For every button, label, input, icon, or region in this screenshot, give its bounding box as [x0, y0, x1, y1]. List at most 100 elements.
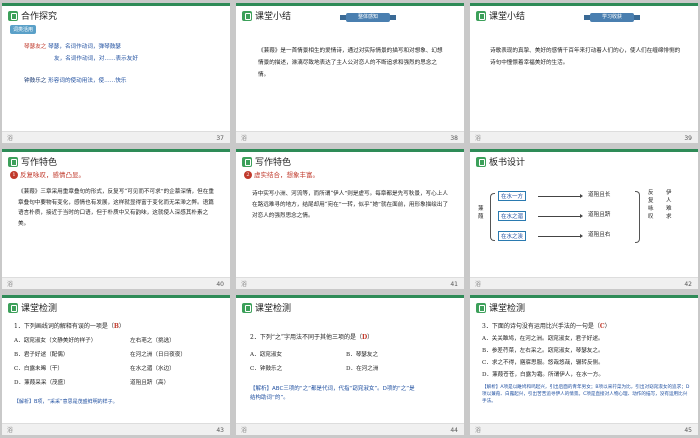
right-brace: [635, 191, 640, 243]
section-badge: 词类活用: [10, 25, 37, 34]
slide-number: 37: [216, 135, 224, 142]
question-text: 3．下面的诗句没有运用比兴手法的一句是（C）: [482, 323, 611, 330]
footer-mark: 浴: [7, 281, 14, 288]
footer-mark: 浴: [241, 135, 248, 142]
slide-thumbnail-43[interactable]: 课堂检测 1．下列画线词的解释有误的一项是（B） A．窈窕淑女（文静美好的样子）…: [2, 295, 230, 435]
slide-footer: 浴 44: [236, 423, 464, 435]
slide-number: 45: [684, 427, 692, 434]
section-ribbon: 整体感知: [340, 13, 396, 22]
footer-mark: 浴: [475, 427, 482, 434]
board-root-title: 蒹葭: [478, 206, 484, 220]
book-icon: [8, 303, 18, 313]
section-ribbon: 学习收获: [584, 13, 640, 22]
slide-thumbnail-44[interactable]: 课堂检测 2．下列“之”字用法不同于其他三项的是（D） A．窈窕淑女 B．琴瑟友…: [236, 295, 464, 435]
feature-text: 《蒹葭》三章采用重章叠句的形式，反复写“可见而不可求”的企慕深情，但在重章叠句中…: [18, 189, 214, 227]
slide-thumbnail-42[interactable]: 板书设计 蒹葭 在水一方 在水之湄 在水之涘 道阻且长 道阻且跻 道阻且右 反复…: [470, 149, 698, 289]
slide-footer: 浴 40: [2, 277, 230, 289]
slide-accent-bar: [470, 3, 698, 6]
slide-thumbnail-37[interactable]: 合作探究 词类活用 琴瑟友之 琴瑟，名词作动词，弹琴鼓瑟 友，名词作动词，对………: [2, 3, 230, 143]
board-place-2: 在水之湄: [498, 211, 527, 221]
slide-number: 39: [684, 135, 692, 142]
content-line: 钟鼓乐之 形容词的使动用法，使……快乐: [24, 78, 127, 84]
slide-thumbnail-45[interactable]: 课堂检测 3．下面的诗句没有运用比兴手法的一句是（C） A．关关雎鸠，在河之洲。…: [470, 295, 698, 435]
book-icon: [242, 303, 252, 313]
board-path-3: 道阻且右: [588, 232, 611, 238]
content-line: 友，名词作动词，对……表示友好: [54, 56, 138, 62]
analysis-text: 【解析】B项，“采采”意思是茂盛鲜明的样子。: [14, 399, 118, 405]
feature-text: 诗中实写小洲、河流等，而所谓“伊人”则是虚写。每章都是先写秋景，写心上人在路远难…: [252, 191, 449, 219]
question-text: 2．下列“之”字用法不同于其他三项的是（D）: [250, 334, 374, 341]
point-number: 1: [10, 171, 18, 179]
board-place-3: 在水之涘: [498, 231, 527, 241]
book-icon: [242, 11, 252, 21]
slide-footer: 浴 43: [2, 423, 230, 435]
book-icon: [8, 11, 18, 21]
analysis-text: 【解析】A项是以雎鸠和鸣起兴，引出后面的青年男女；B项以采荇菜为比，引出对窈窕淑…: [482, 385, 690, 404]
option-right: 道阻且跻（高）: [130, 380, 170, 386]
feature-point: 2 虚实结合，想象丰富。: [244, 171, 319, 180]
slide-title: 写作特色: [255, 158, 292, 168]
analysis-text: 【解析】ABC三项的“之”都是代词，代指“窈窕淑女”。D项的“之”是结构助词“的…: [250, 386, 415, 401]
slide-footer: 浴 45: [470, 423, 698, 435]
slide-title: 课堂检测: [489, 304, 526, 314]
slide-sorter-grid: 合作探究 词类活用 琴瑟友之 琴瑟，名词作动词，弹琴鼓瑟 友，名词作动词，对………: [0, 0, 700, 438]
footer-mark: 浴: [7, 135, 14, 142]
slide-accent-bar: [236, 149, 464, 152]
option-line: C．求之不得，寤寐思服。悠哉悠哉，辗转反侧。: [482, 360, 604, 366]
option-left: A．窈窕淑女: [250, 352, 283, 358]
option-left: A．窈窕淑女（文静美好的样子）: [14, 338, 97, 344]
board-summary-1: 反复咏叹: [648, 190, 654, 220]
question-text: 1．下列画线词的解释有误的一项是（B）: [14, 323, 125, 330]
footer-mark: 浴: [241, 281, 248, 288]
slide-accent-bar: [2, 295, 230, 298]
slide-number: 44: [450, 427, 458, 434]
slide-footer: 浴 39: [470, 131, 698, 143]
slide-number: 43: [216, 427, 224, 434]
option-left: B．君子好逑（配偶）: [14, 352, 69, 358]
slide-title: 课堂检测: [21, 304, 58, 314]
slide-footer: 浴 42: [470, 277, 698, 289]
slide-accent-bar: [470, 295, 698, 298]
slide-number: 41: [450, 281, 458, 288]
option-line: B．参差荇菜，左右采之。窈窕淑女，琴瑟友之。: [482, 348, 604, 354]
footer-mark: 浴: [475, 281, 482, 288]
board-summary-2: 伊人难求: [666, 190, 672, 220]
option-line: D．蒹葭苍苍，白露为霜。所谓伊人，在水一方。: [482, 372, 604, 378]
slide-thumbnail-39[interactable]: 课堂小结 学习收获 诗歌表现的真挚、美好的感情千百年来打动着人们的心，使人们在缠…: [470, 3, 698, 143]
book-icon: [476, 157, 486, 167]
board-path-1: 道阻且长: [588, 192, 611, 198]
slide-accent-bar: [2, 149, 230, 152]
option-right: 在水之湄（水边）: [130, 366, 175, 372]
slide-accent-bar: [2, 3, 230, 6]
slide-title: 写作特色: [21, 158, 58, 168]
slide-title: 合作探究: [21, 12, 58, 22]
option-line: A．关关雎鸠，在河之洲。窈窕淑女，君子好逑。: [482, 336, 604, 342]
option-right: 左右芼之（挑选）: [130, 338, 175, 344]
slide-footer: 浴 41: [236, 277, 464, 289]
book-icon: [242, 157, 252, 167]
book-icon: [476, 11, 486, 21]
arrow-line: [538, 234, 583, 238]
slide-thumbnail-41[interactable]: 写作特色 2 虚实结合，想象丰富。 诗中实写小洲、河流等，而所谓“伊人”则是虚写。…: [236, 149, 464, 289]
option-left: D．蒹葭采采（茂盛）: [14, 380, 69, 386]
slide-footer: 浴 38: [236, 131, 464, 143]
slide-title: 课堂检测: [255, 304, 292, 314]
book-icon: [8, 157, 18, 167]
slide-thumbnail-38[interactable]: 课堂小结 整体感知 《蒹葭》是一首情景相生的爱情诗，通过对实际情景的描写和对想象…: [236, 3, 464, 143]
feature-point: 1 反复咏叹，感情凸显。: [10, 171, 85, 180]
slide-title: 板书设计: [489, 158, 526, 168]
slide-number: 38: [450, 135, 458, 142]
footer-mark: 浴: [7, 427, 14, 434]
slide-number: 40: [216, 281, 224, 288]
option-left: C．白露未晞（干）: [14, 366, 64, 372]
slide-title: 课堂小结: [255, 12, 292, 22]
summary-text: 《蒹葭》是一首情景相生的爱情诗，通过对实际情景的描写和对想象、幻想情景的描述，淋…: [258, 48, 443, 78]
footer-mark: 浴: [241, 427, 248, 434]
point-number: 2: [244, 171, 252, 179]
slide-accent-bar: [236, 3, 464, 6]
arrow-line: [538, 214, 583, 218]
slide-thumbnail-40[interactable]: 写作特色 1 反复咏叹，感情凸显。 《蒹葭》三章采用重章叠句的形式，反复写“可见而…: [2, 149, 230, 289]
board-place-1: 在水一方: [498, 191, 527, 201]
slide-title: 课堂小结: [489, 12, 526, 22]
slide-footer: 浴 37: [2, 131, 230, 143]
